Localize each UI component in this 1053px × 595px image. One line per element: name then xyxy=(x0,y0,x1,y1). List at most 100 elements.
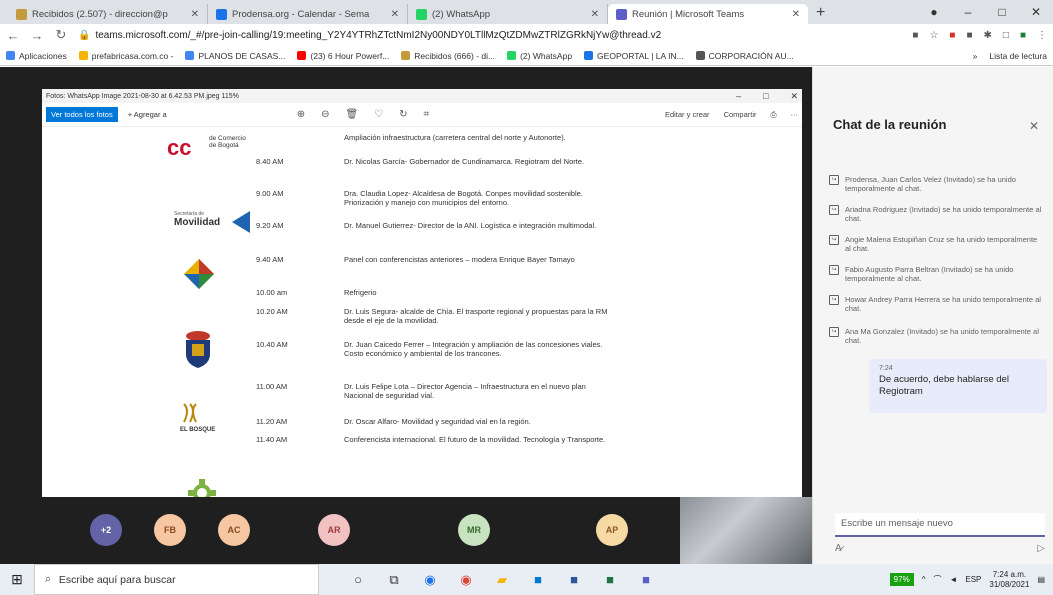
viewer-close-button[interactable]: ✕ xyxy=(790,91,798,101)
bookmark-item[interactable]: (2) WhatsApp xyxy=(507,51,572,61)
print-icon[interactable]: ⎙ xyxy=(771,110,777,120)
close-chat-icon[interactable]: ✕ xyxy=(1029,119,1039,133)
share-button[interactable]: Compartir xyxy=(724,110,757,120)
menu-icon[interactable]: ⋮ xyxy=(1037,30,1047,41)
tab-close-icon[interactable]: ✕ xyxy=(591,9,599,20)
bookmark-icon xyxy=(695,51,705,60)
ani-logo xyxy=(182,257,216,294)
reading-list-button[interactable]: Lista de lectura xyxy=(989,51,1047,61)
language-indicator[interactable]: ESP xyxy=(965,575,981,584)
word-icon[interactable]: ■ xyxy=(565,571,583,589)
tab-close-icon[interactable]: ✕ xyxy=(191,9,199,20)
volume-icon[interactable]: ◄ xyxy=(949,575,957,584)
agenda-description: Dr. Manuel Gutierrez- Director de la ANI… xyxy=(344,221,597,230)
viewer-minimize-button[interactable]: – xyxy=(736,91,741,101)
tab-title: Recibidos (2.507) - direccion@p xyxy=(32,8,168,20)
browser-tab[interactable]: Reunión | Microsoft Teams ✕ xyxy=(608,4,808,24)
tab-title: (2) WhatsApp xyxy=(432,8,491,20)
battery-indicator[interactable]: 97% xyxy=(889,573,914,586)
extension-icon[interactable]: ■ xyxy=(1020,30,1026,41)
compose-message-field[interactable]: Escribe un mensaje nuevo xyxy=(835,513,1045,537)
more-bookmarks-icon[interactable]: » xyxy=(973,51,978,61)
reload-icon[interactable]: ↻ xyxy=(54,27,68,43)
agenda-description: Dr. Juan Caicedo Ferrer – Integración y … xyxy=(344,340,603,358)
maximize-button[interactable]: □ xyxy=(985,5,1019,19)
edit-create-button[interactable]: Editar y crear xyxy=(665,110,710,120)
send-icon[interactable]: ▷ xyxy=(1037,543,1045,554)
extension-icon[interactable]: □ xyxy=(1003,30,1009,41)
viewer-maximize-button[interactable]: □ xyxy=(763,91,768,101)
bookmark-item[interactable]: GEOPORTAL | LA IN... xyxy=(584,51,684,61)
bookmark-item[interactable]: CORPORACIÓN AU... xyxy=(695,51,794,61)
participant-avatar[interactable]: AR xyxy=(318,514,350,546)
conference-room-video xyxy=(680,497,812,564)
zoom-in-icon[interactable]: ⊕ xyxy=(297,109,305,120)
zoom-out-icon[interactable]: ⊖ xyxy=(321,109,329,120)
extension-icon[interactable]: ✱ xyxy=(984,30,992,41)
url-field[interactable]: 🔒 teams.microsoft.com/_#/pre-join-callin… xyxy=(78,26,902,44)
close-button[interactable]: ✕ xyxy=(1019,5,1053,19)
notifications-icon[interactable]: ▤ xyxy=(1037,575,1045,584)
bookmark-icon xyxy=(297,51,307,60)
extension-icon[interactable]: ■ xyxy=(949,30,955,41)
edge-icon[interactable]: ◉ xyxy=(421,571,439,589)
bookmark-item[interactable]: (23) 6 Hour Powerf... xyxy=(297,51,389,61)
format-icon[interactable]: A̷ xyxy=(835,543,842,554)
bookmark-item[interactable]: PLANOS DE CASAS... xyxy=(185,51,285,61)
participant-avatar[interactable]: AP xyxy=(596,514,628,546)
chia-shield-logo xyxy=(182,330,214,379)
participant-avatar[interactable]: MR xyxy=(458,514,490,546)
rotate-icon[interactable]: ↻ xyxy=(399,109,407,120)
participants-strip: +2 FB AC AR MR AP xyxy=(0,497,812,564)
chrome-icon[interactable]: ◉ xyxy=(457,571,475,589)
bookmark-icon xyxy=(6,51,15,60)
extension-icon[interactable]: ■ xyxy=(912,30,918,41)
bookmark-item[interactable]: prefabricasa.com.co - xyxy=(78,51,173,61)
profile-icon[interactable]: ● xyxy=(917,5,951,19)
viewer-tools: ⊕ ⊖ 🗑 ♡ ↻ ⌗ xyxy=(297,109,429,120)
bookmark-item[interactable]: Recibidos (666) - di... xyxy=(401,51,495,61)
see-all-photos-button[interactable]: Ver todos los fotos xyxy=(46,107,118,122)
bookmark-label: PLANOS DE CASAS... xyxy=(198,50,286,61)
extension-icons: ■ ☆ ■ ■ ✱ □ ■ ⋮ xyxy=(912,30,1047,41)
join-chat-icon: ↪ xyxy=(829,295,839,305)
bookmark-label: GEOPORTAL | LA IN... xyxy=(597,50,684,61)
crop-icon[interactable]: ⌗ xyxy=(424,109,430,120)
back-icon[interactable]: ← xyxy=(6,28,20,43)
taskbar-apps: ○ ⧉ ◉ ◉ ▰ ■ ■ ■ ■ xyxy=(349,571,655,589)
minimize-button[interactable]: – xyxy=(951,5,985,19)
tray-chevron-icon[interactable]: ^ xyxy=(922,575,926,584)
task-view-icon[interactable]: ⧉ xyxy=(385,571,403,589)
network-icon[interactable]: ⌒ xyxy=(933,574,941,585)
browser-tab[interactable]: Prodensa.org - Calendar - Sema ✕ xyxy=(208,4,408,24)
star-icon[interactable]: ☆ xyxy=(929,30,938,41)
file-explorer-icon[interactable]: ▰ xyxy=(493,571,511,589)
participant-avatar[interactable]: FB xyxy=(154,514,186,546)
agenda-time: 11.20 AM xyxy=(256,417,288,426)
bookmark-item[interactable]: Aplicaciones xyxy=(6,51,67,61)
tab-close-icon[interactable]: ✕ xyxy=(391,9,399,20)
extension-icon[interactable]: ■ xyxy=(966,30,972,41)
browser-tabbar: Recibidos (2.507) - direccion@p ✕ Prodensa… xyxy=(0,0,1053,24)
agenda-time: 10.40 AM xyxy=(256,340,288,349)
participant-avatar[interactable]: +2 xyxy=(90,514,122,546)
favorite-icon[interactable]: ♡ xyxy=(374,109,383,120)
outlook-icon[interactable]: ■ xyxy=(529,571,547,589)
teams-icon[interactable]: ■ xyxy=(637,571,655,589)
system-message-text: Angie Malena Estupiñan Cruz se ha unido … xyxy=(845,235,1038,253)
tab-close-icon[interactable]: ✕ xyxy=(792,9,800,20)
delete-icon[interactable]: 🗑 xyxy=(345,109,358,120)
participant-avatar[interactable]: AC xyxy=(218,514,250,546)
more-icon[interactable]: ··· xyxy=(791,110,799,120)
new-tab-button[interactable]: + xyxy=(808,4,833,24)
excel-icon[interactable]: ■ xyxy=(601,571,619,589)
taskbar-search-box[interactable]: ⌕ Escribe aquí para buscar xyxy=(34,564,319,595)
join-chat-icon: ↪ xyxy=(829,235,839,245)
forward-icon[interactable]: → xyxy=(30,28,44,43)
browser-tab[interactable]: (2) WhatsApp ✕ xyxy=(408,4,608,24)
browser-tab[interactable]: Recibidos (2.507) - direccion@p ✕ xyxy=(8,4,208,24)
add-to-button[interactable]: + Agregar a xyxy=(128,110,167,119)
cortana-icon[interactable]: ○ xyxy=(349,571,367,589)
clock[interactable]: 7:24 a.m. 31/08/2021 xyxy=(989,570,1029,590)
windows-start-icon[interactable]: ⊞ xyxy=(0,571,34,588)
